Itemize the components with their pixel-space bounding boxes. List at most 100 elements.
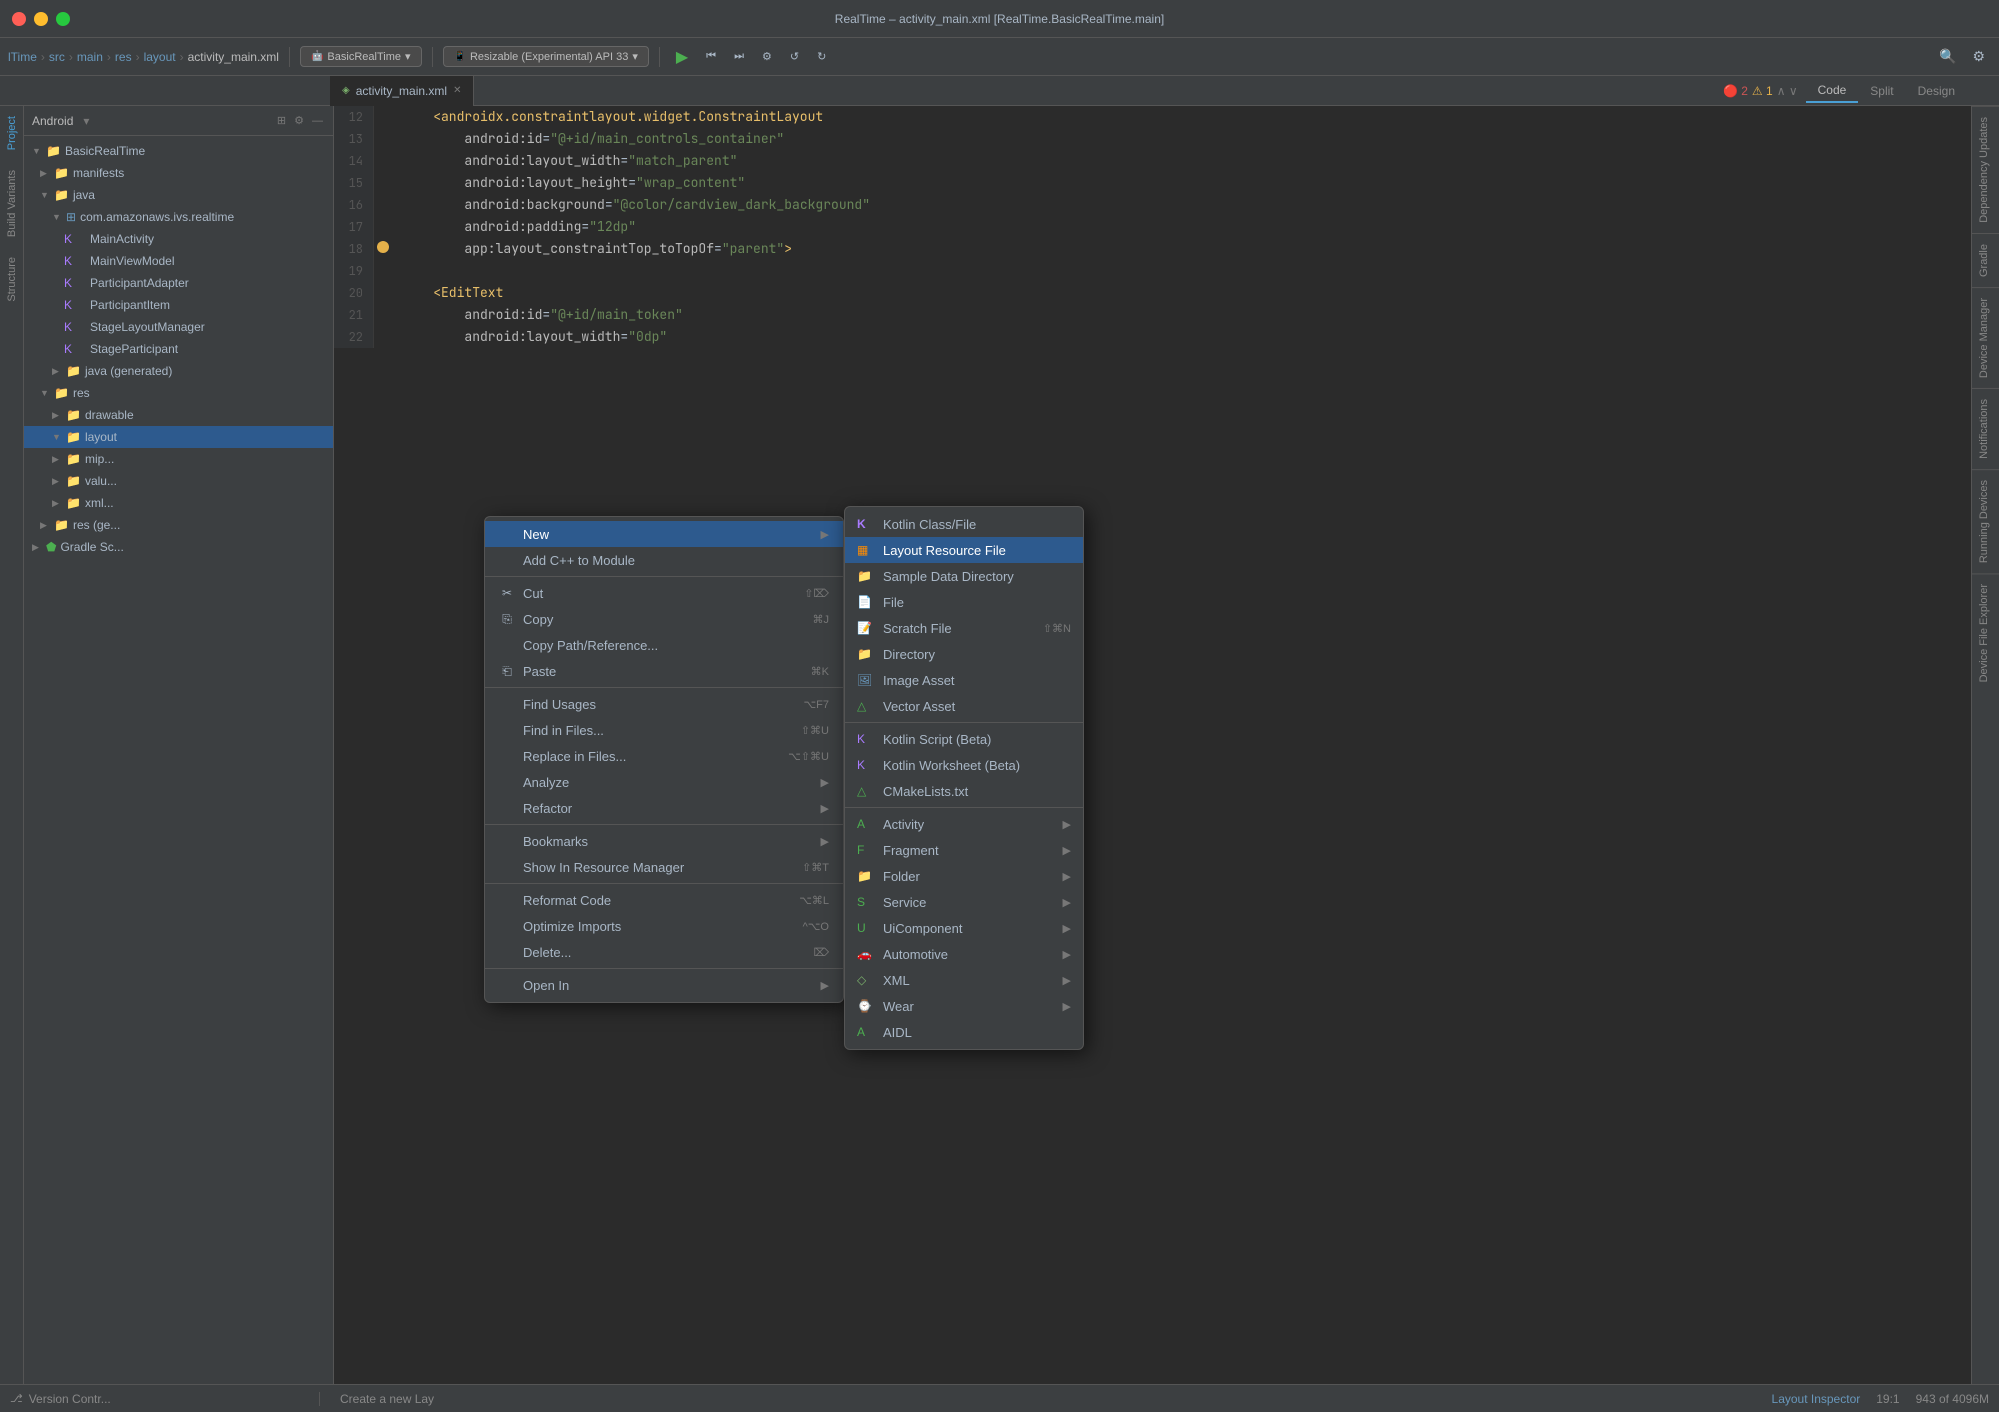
tree-package[interactable]: ▼ ⊞ com.amazonaws.ivs.realtime xyxy=(24,206,333,228)
run-button[interactable]: ▶ xyxy=(670,45,694,69)
menu-item-analyze[interactable]: Analyze ▶ xyxy=(485,769,843,795)
menu-item-refactor[interactable]: Refactor ▶ xyxy=(485,795,843,821)
bulb-icon[interactable] xyxy=(377,241,389,253)
tree-mainactivity[interactable]: K MainActivity xyxy=(24,228,333,250)
vc-label[interactable]: Version Contr... xyxy=(29,1392,111,1406)
right-tab-notifications[interactable]: Notifications xyxy=(1972,388,1999,469)
project-tab[interactable]: Project xyxy=(2,106,22,160)
menu-item-replaceinfiles[interactable]: Replace in Files... ⌥⇧⌘U xyxy=(485,743,843,769)
sub-menu-sample-data[interactable]: 📁 Sample Data Directory xyxy=(845,563,1083,589)
toolbar-btn5[interactable]: ↻ xyxy=(811,48,832,65)
right-tab-device-file[interactable]: Device File Explorer xyxy=(1972,573,1999,692)
sub-menu-kotlin-script[interactable]: K Kotlin Script (Beta) xyxy=(845,726,1083,752)
sub-menu-activity[interactable]: A Activity ▶ xyxy=(845,811,1083,837)
tree-valu[interactable]: ▶ 📁 valu... xyxy=(24,470,333,492)
sub-menu-wear[interactable]: ⌚ Wear ▶ xyxy=(845,993,1083,1019)
sub-menu-file[interactable]: 📄 File xyxy=(845,589,1083,615)
sub-menu-folder[interactable]: 📁 Folder ▶ xyxy=(845,863,1083,889)
breadcrumb-res[interactable]: res xyxy=(115,50,132,64)
tree-basic-realtime[interactable]: ▼ 📁 BasicRealTime xyxy=(24,140,333,162)
menu-item-showresource[interactable]: Show In Resource Manager ⇧⌘T xyxy=(485,854,843,880)
settings-btn[interactable]: ⚙ xyxy=(1966,46,1991,67)
split-view-btn[interactable]: Split xyxy=(1858,80,1905,102)
breadcrumb-src[interactable]: src xyxy=(49,50,65,64)
menu-item-findusages[interactable]: Find Usages ⌥F7 xyxy=(485,691,843,717)
tree-stagelayout[interactable]: K StageLayoutManager xyxy=(24,316,333,338)
menu-item-bookmarks[interactable]: Bookmarks ▶ xyxy=(485,828,843,854)
sub-menu-scratch[interactable]: 📝 Scratch File ⇧⌘N xyxy=(845,615,1083,641)
sub-menu-layout-resource[interactable]: ▦ Layout Resource File xyxy=(845,537,1083,563)
menu-item-new[interactable]: New ▶ xyxy=(485,521,843,547)
menu-item-optimize[interactable]: Optimize Imports ^⌥O xyxy=(485,913,843,939)
right-tab-device-manager[interactable]: Device Manager xyxy=(1972,287,1999,388)
run-config-selector[interactable]: 🤖 BasicRealTime ▾ xyxy=(300,46,422,67)
menu-item-copypath[interactable]: Copy Path/Reference... xyxy=(485,632,843,658)
editor[interactable]: 12 <androidx.constraintlayout.widget.Con… xyxy=(334,106,1971,1384)
tree-drawable[interactable]: ▶ 📁 drawable xyxy=(24,404,333,426)
tree-mip[interactable]: ▶ 📁 mip... xyxy=(24,448,333,470)
toolbar-btn2[interactable]: ⏭ xyxy=(728,48,750,65)
tree-java-generated[interactable]: ▶ 📁 java (generated) xyxy=(24,360,333,382)
menu-item-cut[interactable]: ✂ Cut ⇧⌦ xyxy=(485,580,843,606)
tree-java[interactable]: ▼ 📁 java xyxy=(24,184,333,206)
menu-item-findinfiles[interactable]: Find in Files... ⇧⌘U xyxy=(485,717,843,743)
panel-gear-btn[interactable]: ⚙ xyxy=(292,112,306,129)
menu-item-delete[interactable]: Delete... ⌦ xyxy=(485,939,843,965)
sub-menu-cmake[interactable]: △ CMakeLists.txt xyxy=(845,778,1083,804)
tab-close-btn[interactable]: ✕ xyxy=(453,85,461,96)
toolbar-btn4[interactable]: ↺ xyxy=(784,48,805,65)
sub-menu-aidl[interactable]: A AIDL xyxy=(845,1019,1083,1045)
maximize-button[interactable] xyxy=(56,12,70,26)
tree-xml[interactable]: ▶ 📁 xml... xyxy=(24,492,333,514)
cut-shortcut: ⇧⌦ xyxy=(804,587,829,600)
layout-inspector-label[interactable]: Layout Inspector xyxy=(1772,1392,1861,1406)
close-button[interactable] xyxy=(12,12,26,26)
build-variants-tab[interactable]: Build Variants xyxy=(2,160,22,247)
code-view-btn[interactable]: Code xyxy=(1806,79,1859,103)
panel-scope-btn[interactable]: ⊞ xyxy=(275,112,288,129)
breadcrumb-layout[interactable]: layout xyxy=(144,50,176,64)
design-view-btn[interactable]: Design xyxy=(1906,80,1967,102)
sub-menu-image-asset[interactable]: 🖼 Image Asset xyxy=(845,667,1083,693)
right-tab-running[interactable]: Running Devices xyxy=(1972,469,1999,573)
expand-errors[interactable]: ∧ ∨ xyxy=(1777,84,1798,98)
minimize-button[interactable] xyxy=(34,12,48,26)
breadcrumb-ltime[interactable]: lTime xyxy=(8,50,37,64)
tree-mainviewmodel[interactable]: K MainViewModel xyxy=(24,250,333,272)
panel-dropdown-arrow[interactable]: ▾ xyxy=(83,114,89,128)
structure-tab[interactable]: Structure xyxy=(2,247,22,312)
menu-item-addcpp[interactable]: Add C++ to Module xyxy=(485,547,843,573)
sub-menu-service[interactable]: S Service ▶ xyxy=(845,889,1083,915)
tree-res[interactable]: ▼ 📁 res xyxy=(24,382,333,404)
device-selector[interactable]: 📱 Resizable (Experimental) API 33 ▾ xyxy=(443,46,649,67)
toolbar-btn3[interactable]: ⚙ xyxy=(756,48,778,65)
sub-menu-kotlin-class[interactable]: K Kotlin Class/File xyxy=(845,511,1083,537)
sub-menu-vector-asset[interactable]: △ Vector Asset xyxy=(845,693,1083,719)
breadcrumb-main[interactable]: main xyxy=(77,50,103,64)
menu-item-openin[interactable]: Open In ▶ xyxy=(485,972,843,998)
tree-stageparticipant[interactable]: K StageParticipant xyxy=(24,338,333,360)
tree-participantitem[interactable]: K ParticipantItem xyxy=(24,294,333,316)
right-tab-gradle[interactable]: Gradle xyxy=(1972,233,1999,287)
tree-manifests[interactable]: ▶ 📁 manifests xyxy=(24,162,333,184)
menu-item-reformat[interactable]: Reformat Code ⌥⌘L xyxy=(485,887,843,913)
menu-item-copy[interactable]: ⎘ Copy ⌘J xyxy=(485,606,843,632)
tree-layout[interactable]: ▼ 📁 layout xyxy=(24,426,333,448)
breadcrumb-file[interactable]: activity_main.xml xyxy=(188,50,279,64)
tree-gradle[interactable]: ▶ ⬟ Gradle Sc... xyxy=(24,536,333,558)
tree-label-basicrealtime: BasicRealTime xyxy=(65,144,145,158)
sub-menu-uicomponent[interactable]: U UiComponent ▶ xyxy=(845,915,1083,941)
toolbar-btn1[interactable]: ⏮ xyxy=(700,48,722,65)
sub-menu-fragment[interactable]: F Fragment ▶ xyxy=(845,837,1083,863)
tab-activity-main[interactable]: ◈ activity_main.xml ✕ xyxy=(330,76,474,106)
tree-participantadapter[interactable]: K ParticipantAdapter xyxy=(24,272,333,294)
sub-menu-directory[interactable]: 📁 Directory xyxy=(845,641,1083,667)
panel-collapse-btn[interactable]: — xyxy=(310,112,325,129)
right-tab-dependency[interactable]: Dependency Updates xyxy=(1972,106,1999,233)
sub-menu-automotive[interactable]: 🚗 Automotive ▶ xyxy=(845,941,1083,967)
sub-menu-xml[interactable]: ◇ XML ▶ xyxy=(845,967,1083,993)
tree-res-gen[interactable]: ▶ 📁 res (ge... xyxy=(24,514,333,536)
search-everywhere-btn[interactable]: 🔍 xyxy=(1933,46,1962,67)
sub-menu-kotlin-worksheet[interactable]: K Kotlin Worksheet (Beta) xyxy=(845,752,1083,778)
menu-item-paste[interactable]: ⎗ Paste ⌘K xyxy=(485,658,843,684)
